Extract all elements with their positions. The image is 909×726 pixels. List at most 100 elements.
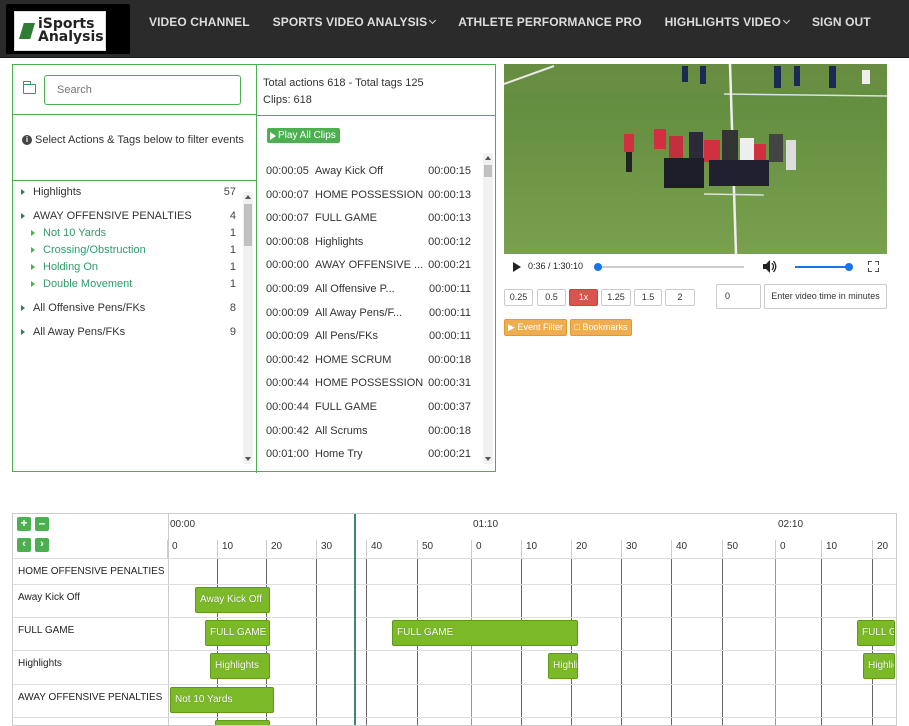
clip-row[interactable]: 00:00:09 All Offensive P... 00:00:11 bbox=[266, 283, 471, 295]
nav-item-sign-out[interactable]: SIGN OUT bbox=[812, 15, 871, 29]
clip-row[interactable]: 00:00:07 HOME POSSESSION 00:00:13 bbox=[266, 189, 471, 201]
clip-row[interactable]: 00:00:44 FULL GAME 00:00:37 bbox=[266, 401, 471, 413]
clip-start: 00:00:42 bbox=[266, 353, 309, 366]
clips-scrollbar[interactable] bbox=[483, 153, 493, 464]
timeline-event-bar[interactable]: FULL GAME bbox=[857, 620, 895, 646]
video-player[interactable] bbox=[504, 64, 887, 254]
timeline-tick bbox=[722, 540, 723, 558]
clip-duration: 00:00:21 bbox=[428, 259, 471, 272]
scroll-up-icon[interactable] bbox=[485, 156, 491, 160]
speed-button[interactable]: 0.5 bbox=[537, 289, 566, 306]
clip-row[interactable]: 00:00:09 All Pens/FKs 00:00:11 bbox=[266, 330, 471, 342]
search-input[interactable] bbox=[44, 75, 241, 105]
clip-duration: 00:00:21 bbox=[428, 448, 471, 461]
clip-row[interactable]: 00:00:05 Away Kick Off 00:00:15 bbox=[266, 165, 471, 177]
clip-start: 00:00:44 bbox=[266, 377, 309, 390]
tree-item-count: 1 bbox=[229, 244, 236, 256]
clip-duration: 00:00:11 bbox=[428, 330, 471, 343]
caret-right-icon bbox=[31, 230, 35, 236]
scroll-right-button[interactable]: › bbox=[35, 538, 49, 552]
clip-row[interactable]: 00:00:42 All Scrums 00:00:18 bbox=[266, 425, 471, 437]
clip-row[interactable]: 00:00:00 AWAY OFFENSIVE ... 00:00:21 bbox=[266, 259, 471, 271]
tree-item[interactable]: All Away Pens/FKs 9 bbox=[21, 326, 236, 338]
timeline-tick bbox=[366, 540, 367, 558]
play-all-clips-button[interactable]: Play All Clips bbox=[267, 128, 340, 143]
nav-item-label: SIGN OUT bbox=[811, 15, 871, 29]
volume-icon[interactable] bbox=[763, 260, 777, 273]
speed-button[interactable]: 1x bbox=[569, 289, 598, 306]
clip-start: 00:01:00 bbox=[266, 448, 309, 461]
clip-row[interactable]: 00:00:42 HOME SCRUM 00:00:18 bbox=[266, 354, 471, 366]
tree-item[interactable]: Holding On 1 bbox=[31, 261, 236, 273]
timeline-event-bar[interactable]: Highlights bbox=[210, 653, 270, 679]
timeline-playhead[interactable] bbox=[354, 514, 356, 725]
video-time-input[interactable]: 0 bbox=[716, 284, 761, 309]
fullscreen-icon[interactable] bbox=[868, 261, 879, 272]
tree-item-count: 4 bbox=[229, 210, 236, 222]
seek-knob[interactable] bbox=[594, 263, 602, 271]
nav-item-athlete-performance-pro[interactable]: ATHLETE PERFORMANCE PRO bbox=[458, 15, 641, 29]
nav-item-highlights-video[interactable]: HIGHLIGHTS VIDEO bbox=[665, 15, 790, 29]
timeline-event-bar[interactable]: Not 10 Yards bbox=[170, 687, 274, 713]
clip-name: FULL GAME bbox=[315, 401, 377, 413]
volume-knob[interactable] bbox=[845, 263, 853, 271]
timeline-tick-label: 10 bbox=[826, 541, 838, 552]
speed-button[interactable]: 1.25 bbox=[601, 289, 631, 306]
clip-row[interactable]: 00:01:00 Home Try 00:00:21 bbox=[266, 448, 471, 460]
play-icon[interactable] bbox=[513, 262, 521, 272]
timeline-event-bar[interactable]: Highlights bbox=[863, 653, 895, 679]
event-filter-label: Event Filter bbox=[517, 322, 563, 332]
timeline-event-bar[interactable] bbox=[215, 720, 270, 725]
speed-button[interactable]: 0.25 bbox=[504, 289, 533, 306]
tree-item[interactable]: AWAY OFFENSIVE PENALTIES 4 bbox=[21, 210, 236, 222]
tree-item[interactable]: Highlights 57 bbox=[21, 186, 236, 198]
volume-slider[interactable] bbox=[795, 266, 849, 268]
speed-button[interactable]: 2 bbox=[665, 289, 695, 306]
zoom-out-button[interactable]: – bbox=[35, 517, 49, 531]
enter-video-time-button[interactable]: Enter video time in minutes bbox=[764, 284, 887, 309]
nav-item-sports-video-analysis[interactable]: SPORTS VIDEO ANALYSIS bbox=[273, 15, 437, 29]
clip-row[interactable]: 00:00:07 FULL GAME 00:00:13 bbox=[266, 212, 471, 224]
tree-item[interactable]: Not 10 Yards 1 bbox=[31, 227, 236, 239]
timeline-event-bar[interactable]: Away Kick Off bbox=[195, 587, 270, 613]
speed-button[interactable]: 1.5 bbox=[634, 289, 662, 306]
tree-item[interactable]: Crossing/Obstruction 1 bbox=[31, 244, 236, 256]
timeline-minute-label: 02:10 bbox=[778, 519, 804, 530]
tree-item-label-group: Not 10 Yards bbox=[31, 227, 106, 239]
timeline-event-bar[interactable]: FULL GAME bbox=[392, 620, 578, 646]
clip-start: 00:00:42 bbox=[266, 424, 309, 437]
logo-mark-icon bbox=[19, 23, 35, 39]
nav-item-label: VIDEO CHANNEL bbox=[149, 15, 250, 29]
clips-scroll-thumb[interactable] bbox=[484, 165, 492, 177]
timeline-tick bbox=[621, 540, 622, 558]
nav-item-video-channel[interactable]: VIDEO CHANNEL bbox=[149, 15, 250, 29]
clip-row[interactable]: 00:00:09 All Away Pens/F... 00:00:11 bbox=[266, 307, 471, 319]
tree-scrollbar[interactable] bbox=[243, 192, 253, 464]
bookmarks-button[interactable]: □ Bookmarks bbox=[570, 319, 632, 336]
timeline-event-bar[interactable]: Highlights bbox=[548, 653, 578, 679]
tree-item[interactable]: All Offensive Pens/FKs 8 bbox=[21, 302, 236, 314]
top-navbar: iSports Analysis VIDEO CHANNEL SPORTS VID… bbox=[0, 0, 909, 58]
zoom-in-button[interactable]: + bbox=[17, 517, 31, 531]
tree-item-label-group: Crossing/Obstruction bbox=[31, 244, 146, 256]
timeline-event-bar[interactable]: FULL GAME bbox=[205, 620, 270, 646]
brand-logo[interactable]: iSports Analysis bbox=[6, 4, 130, 54]
scroll-left-button[interactable]: ‹ bbox=[17, 538, 31, 552]
clip-start: 00:00:08 bbox=[266, 235, 309, 248]
timeline-tick bbox=[471, 540, 472, 558]
event-filter-button[interactable]: ▶ Event Filter bbox=[504, 319, 567, 336]
tree-scroll-thumb[interactable] bbox=[244, 204, 252, 246]
stats-summary: Total actions 618 - Total tags 125 Clips… bbox=[263, 75, 424, 109]
tree-item-label-group: Double Movement bbox=[31, 278, 132, 290]
clip-row[interactable]: 00:00:44 HOME POSSESSION 00:00:31 bbox=[266, 377, 471, 389]
clip-start: 00:00:09 bbox=[266, 330, 309, 343]
clip-duration: 00:00:18 bbox=[428, 424, 471, 437]
scroll-up-icon[interactable] bbox=[245, 195, 251, 199]
tree-item[interactable]: Double Movement 1 bbox=[31, 278, 236, 290]
seek-bar[interactable] bbox=[598, 266, 744, 268]
tree-item-label: All Offensive Pens/FKs bbox=[33, 302, 146, 314]
scroll-down-icon[interactable] bbox=[245, 457, 251, 461]
scroll-down-icon[interactable] bbox=[485, 457, 491, 461]
clip-row[interactable]: 00:00:08 Highlights 00:00:12 bbox=[266, 236, 471, 248]
folder-open-icon[interactable] bbox=[23, 81, 36, 94]
